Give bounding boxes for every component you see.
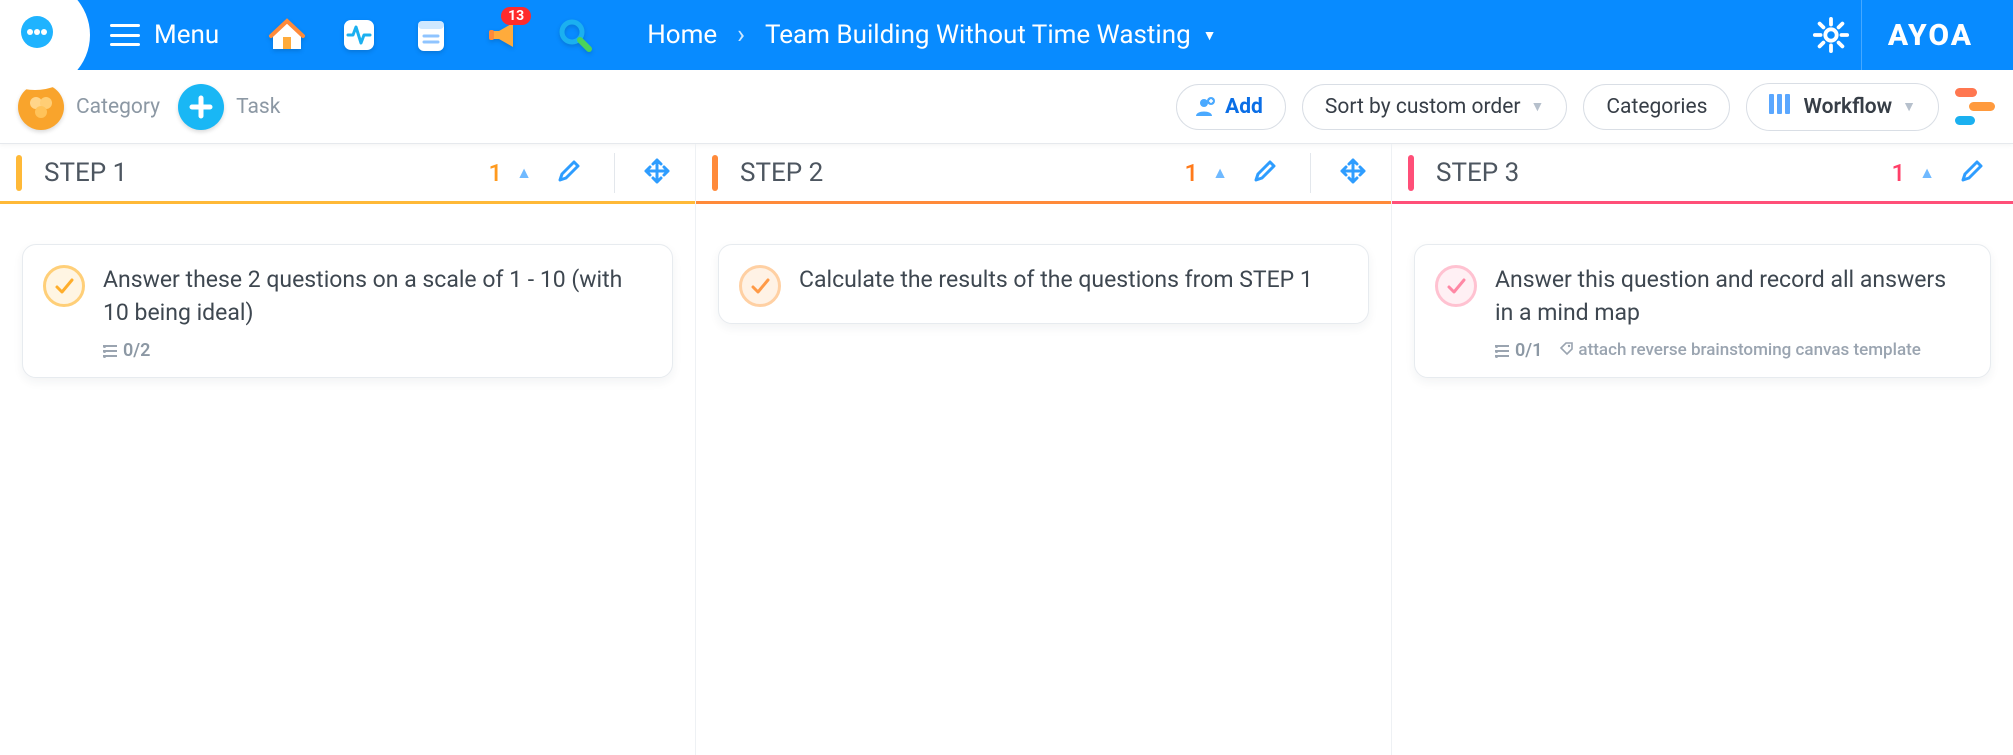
breadcrumb-title: Team Building Without Time Wasting — [765, 20, 1191, 50]
edit-icon[interactable] — [546, 158, 592, 188]
tag-icon — [1560, 342, 1574, 356]
announce-icon[interactable]: 13 — [481, 13, 525, 57]
caret-down-icon: ▼ — [1531, 98, 1545, 115]
brand-logo[interactable]: AYOA — [1861, 0, 1999, 70]
add-button[interactable]: Add — [1176, 84, 1286, 130]
column-header: STEP 1 1 ▲ — [0, 144, 695, 204]
task-card[interactable]: Answer these 2 questions on a scale of 1… — [22, 244, 673, 378]
notes-icon[interactable] — [409, 13, 453, 57]
column-header: STEP 3 1 ▲ — [1392, 144, 2013, 204]
column-title: STEP 3 — [1428, 158, 1878, 188]
add-category[interactable]: Category — [18, 84, 160, 130]
column-color-bar — [16, 155, 22, 191]
column-count: 1 — [489, 159, 503, 187]
category-add-icon — [18, 84, 64, 130]
edit-icon[interactable] — [1242, 158, 1288, 188]
checklist-count: 0/2 — [103, 340, 150, 361]
task-label: Task — [236, 95, 280, 119]
view-switch-icon[interactable] — [1955, 87, 1995, 127]
divider — [614, 153, 615, 193]
task-card[interactable]: Calculate the results of the questions f… — [718, 244, 1369, 324]
category-label: Category — [76, 95, 160, 119]
toolbar: Category Task Add Sort by custom order ▼… — [0, 70, 2013, 144]
checklist-count: 0/1 — [1495, 340, 1542, 361]
menu-button[interactable]: Menu — [90, 0, 245, 70]
collapse-icon[interactable]: ▲ — [516, 163, 532, 183]
collapse-icon[interactable]: ▲ — [1212, 163, 1228, 183]
search-icon[interactable] — [553, 13, 597, 57]
menu-icon — [110, 24, 140, 46]
column-count: 1 — [1185, 159, 1199, 187]
workflow-dropdown[interactable]: Workflow ▼ — [1746, 83, 1939, 131]
task-title: Answer this question and record all answ… — [1495, 263, 1968, 330]
categories-button[interactable]: Categories — [1583, 84, 1730, 130]
sort-dropdown[interactable]: Sort by custom order ▼ — [1302, 84, 1568, 130]
task-status-icon — [739, 265, 781, 307]
column-title: STEP 1 — [36, 158, 475, 188]
workflow-label: Workflow — [1803, 95, 1892, 119]
nav-icon-group: 13 — [245, 13, 617, 57]
notification-badge: 13 — [501, 7, 531, 25]
task-title: Answer these 2 questions on a scale of 1… — [103, 263, 650, 330]
breadcrumb-title-dropdown[interactable]: Team Building Without Time Wasting ▼ — [765, 20, 1217, 50]
column-step-1: STEP 1 1 ▲ Answer these 2 questions on a… — [0, 144, 696, 755]
divider — [1310, 153, 1311, 193]
person-plus-icon — [1193, 96, 1215, 118]
sort-label: Sort by custom order — [1325, 95, 1521, 119]
settings-icon[interactable] — [1809, 13, 1853, 57]
column-color-bar — [1408, 155, 1414, 191]
home-icon[interactable] — [265, 13, 309, 57]
add-label: Add — [1225, 95, 1263, 119]
column-step-2: STEP 2 1 ▲ Calculate the results of the … — [696, 144, 1392, 755]
task-status-icon — [1435, 265, 1477, 307]
caret-down-icon: ▼ — [1203, 27, 1217, 44]
task-card[interactable]: Answer this question and record all answ… — [1414, 244, 1991, 378]
checklist-icon — [103, 345, 117, 357]
chat-icon[interactable] — [0, 0, 90, 70]
column-color-bar — [712, 155, 718, 191]
column-step-3: STEP 3 1 ▲ Answer this question and reco… — [1392, 144, 2013, 755]
brand-text: AYOA — [1888, 18, 1973, 53]
top-nav: Menu 13 Home › Team Building Without Tim… — [0, 0, 2013, 70]
task-status-icon — [43, 265, 85, 307]
board: STEP 1 1 ▲ Answer these 2 questions on a… — [0, 144, 2013, 755]
edit-icon[interactable] — [1949, 158, 1995, 188]
chevron-right-icon: › — [737, 20, 745, 50]
categories-label: Categories — [1606, 95, 1707, 119]
breadcrumb: Home › Team Building Without Time Wastin… — [617, 20, 1216, 50]
task-tag: attach reverse brainstoming canvas templ… — [1560, 340, 1920, 360]
caret-down-icon: ▼ — [1902, 98, 1916, 115]
task-title: Calculate the results of the questions f… — [799, 263, 1346, 296]
column-count: 1 — [1892, 159, 1906, 187]
column-header: STEP 2 1 ▲ — [696, 144, 1391, 204]
breadcrumb-home[interactable]: Home — [647, 20, 717, 50]
checklist-icon — [1495, 345, 1509, 357]
task-add-icon — [178, 84, 224, 130]
collapse-icon[interactable]: ▲ — [1919, 163, 1935, 183]
pulse-icon[interactable] — [337, 13, 381, 57]
move-icon[interactable] — [637, 157, 677, 189]
move-icon[interactable] — [1333, 157, 1373, 189]
workflow-icon — [1769, 94, 1793, 120]
column-title: STEP 2 — [732, 158, 1171, 188]
add-task[interactable]: Task — [178, 84, 280, 130]
menu-label: Menu — [154, 20, 219, 50]
